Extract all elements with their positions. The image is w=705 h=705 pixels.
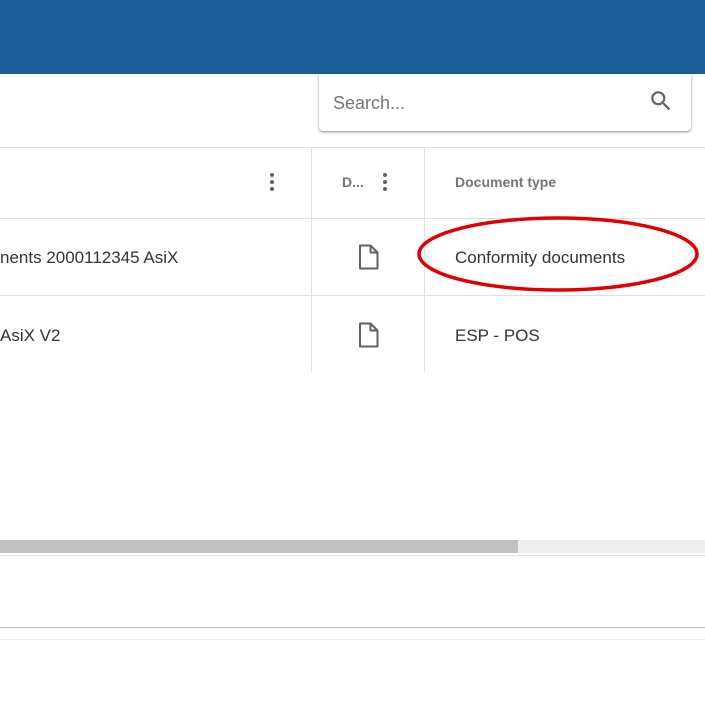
- horizontal-scrollbar-thumb[interactable]: [0, 540, 518, 553]
- documents-table: D... Document type nents 2000112345 AsiX…: [0, 147, 705, 372]
- app-header-bar: [0, 0, 705, 74]
- table-border-top: [0, 147, 705, 148]
- document-icon[interactable]: [357, 244, 379, 270]
- column-header-document[interactable]: D...: [342, 174, 364, 190]
- document-icon[interactable]: [357, 322, 379, 348]
- table-footer: [0, 556, 705, 627]
- column-menu-button[interactable]: [377, 170, 393, 194]
- divider: [0, 639, 705, 640]
- divider: [0, 627, 705, 628]
- table-cell-name[interactable]: nents 2000112345 AsiX: [0, 248, 178, 268]
- search-input[interactable]: [333, 88, 633, 118]
- table-cell-document-type[interactable]: Conformity documents: [455, 248, 625, 268]
- column-divider: [311, 147, 312, 372]
- column-menu-button[interactable]: [264, 170, 280, 194]
- search-box: [319, 74, 691, 131]
- column-header-document-type[interactable]: Document type: [455, 174, 556, 190]
- table-cell-name[interactable]: AsiX V2: [0, 326, 60, 346]
- row-divider: [0, 295, 705, 296]
- page: D... Document type nents 2000112345 AsiX…: [0, 0, 705, 705]
- table-cell-document-type[interactable]: ESP - POS: [455, 326, 540, 346]
- search-icon[interactable]: [648, 88, 674, 114]
- header-divider: [0, 218, 705, 219]
- column-divider: [424, 147, 425, 372]
